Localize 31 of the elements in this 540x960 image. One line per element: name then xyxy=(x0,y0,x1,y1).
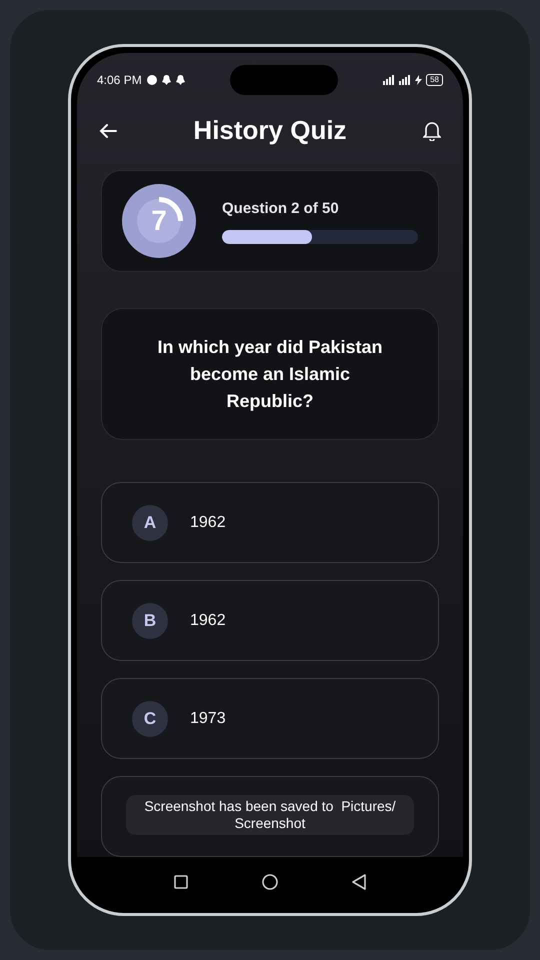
back-button[interactable] xyxy=(99,122,117,138)
bell-icon xyxy=(422,120,441,140)
recents-button[interactable] xyxy=(174,875,188,889)
page-title: History Quiz xyxy=(193,114,347,147)
toast-message: Screenshot has been saved to Pictures/ Screenshot xyxy=(126,795,414,835)
answer-option[interactable]: A 1962 xyxy=(101,482,439,563)
signal-icon xyxy=(383,75,396,85)
home-button[interactable] xyxy=(262,874,278,890)
battery-indicator: 58 xyxy=(426,74,443,86)
option-letter: C xyxy=(132,700,168,736)
countdown-ring-icon xyxy=(135,197,183,246)
square-icon xyxy=(174,875,188,889)
answer-option[interactable]: C 1973 xyxy=(101,678,439,759)
notification-button[interactable] xyxy=(422,120,441,140)
status-time: 4:06 PM xyxy=(97,72,142,89)
option-text: 1973 xyxy=(190,708,226,728)
timer-value: 7 xyxy=(151,204,167,238)
back-arrow-icon xyxy=(99,122,117,138)
option-text: 1962 xyxy=(190,610,226,630)
charging-icon xyxy=(415,75,422,85)
back-nav-button[interactable] xyxy=(352,874,366,890)
signal-icon xyxy=(399,75,412,85)
question-counter: Question 2 of 50 xyxy=(222,198,340,219)
triangle-icon xyxy=(352,874,366,890)
option-letter: B xyxy=(132,602,168,638)
option-text: 1962 xyxy=(190,512,226,532)
answer-option[interactable]: B 1962 xyxy=(101,580,439,661)
circle-icon xyxy=(262,874,278,890)
answer-option[interactable]: Screenshot has been saved to Pictures/ Screenshot xyxy=(101,776,439,857)
option-letter: A xyxy=(132,504,168,540)
question-text: In which year did Pakistan become an Islamic Republic? xyxy=(156,336,384,413)
